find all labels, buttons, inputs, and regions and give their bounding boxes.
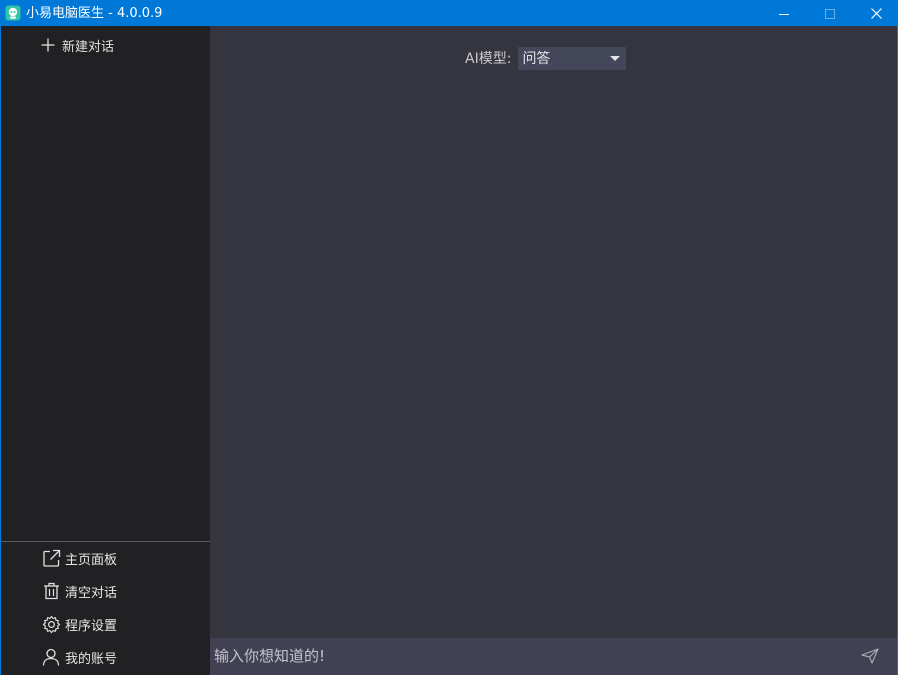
- send-button[interactable]: [859, 646, 881, 666]
- sidebar-item-label: 我的账号: [65, 651, 118, 667]
- chat-area: AI模型: 问答: [210, 26, 897, 675]
- sidebar-item-label: 清空对话: [65, 585, 118, 601]
- caret-down-icon: [610, 55, 621, 61]
- external-link-icon: [41, 548, 61, 568]
- close-icon: [870, 8, 882, 19]
- minimize-icon: [779, 13, 789, 15]
- model-dropdown-value: 问答: [522, 51, 551, 67]
- maximize-icon: [825, 8, 835, 19]
- model-selector-row: AI模型: 问答: [465, 46, 627, 70]
- app-logo-icon: [5, 5, 21, 21]
- minimize-button[interactable]: [761, 1, 807, 26]
- sidebar-item-home-panel[interactable]: 主页面板: [41, 546, 117, 570]
- sidebar-item-clear-chat[interactable]: 清空对话: [41, 579, 117, 603]
- new-chat-button[interactable]: 新建对话: [41, 34, 114, 56]
- sidebar-divider: [1, 541, 210, 542]
- window-title: 小易电脑医生 - 4.0.0.9: [26, 6, 163, 21]
- maximize-button[interactable]: [807, 1, 853, 26]
- title-bar[interactable]: 小易电脑医生 - 4.0.0.9: [1, 1, 897, 26]
- close-button[interactable]: [853, 1, 898, 26]
- send-icon: [861, 648, 879, 664]
- sidebar-item-settings[interactable]: 程序设置: [41, 612, 117, 636]
- sidebar-item-label: 主页面板: [65, 552, 118, 568]
- sidebar-item-my-account[interactable]: 我的账号: [41, 645, 117, 669]
- input-bar: [210, 638, 897, 675]
- sidebar: 新建对话 主页面板 清空对话 程序设置 我的账号: [1, 26, 210, 675]
- plus-icon: [41, 38, 55, 52]
- trash-icon: [41, 581, 61, 601]
- user-icon: [41, 647, 61, 667]
- app-window: 小易电脑医生 - 4.0.0.9 新建对话 主页面板 清空对话 程序设置 我的账…: [0, 0, 898, 675]
- sidebar-item-label: 程序设置: [65, 618, 118, 634]
- new-chat-label: 新建对话: [62, 39, 115, 55]
- gear-icon: [41, 614, 61, 634]
- model-dropdown[interactable]: 问答: [518, 46, 627, 70]
- chat-input[interactable]: [214, 644, 834, 668]
- model-label: AI模型:: [465, 51, 512, 67]
